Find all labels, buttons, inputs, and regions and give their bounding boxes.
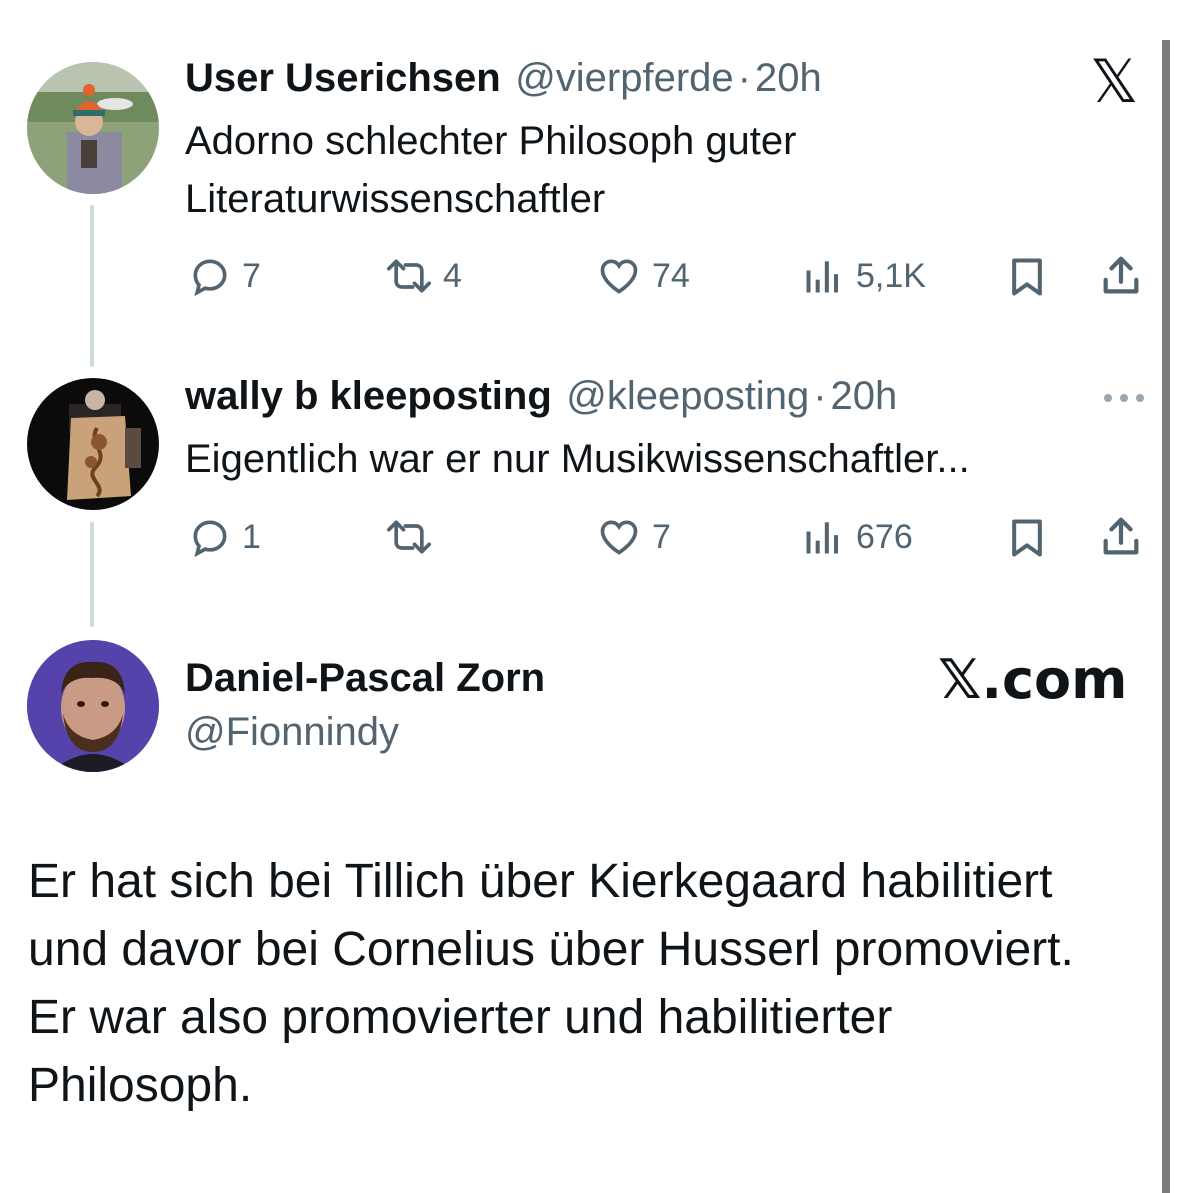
like-button[interactable]: 74 bbox=[596, 254, 690, 298]
tweet-text: Adorno schlechter Philosoph guter Litera… bbox=[185, 112, 796, 228]
thread-connector bbox=[90, 205, 94, 367]
scrollbar[interactable] bbox=[1162, 40, 1170, 1193]
like-count: 7 bbox=[652, 517, 671, 556]
x-com-logo: 𝕏.com bbox=[938, 648, 1128, 711]
more-icon[interactable] bbox=[1102, 390, 1146, 411]
tweet-header: wally b kleeposting @kleeposting · 20h bbox=[185, 374, 897, 419]
reply-button[interactable]: 1 bbox=[188, 515, 261, 559]
tweet-text-line: Adorno schlechter Philosoph guter bbox=[185, 119, 797, 163]
reply-text: Er hat sich bei Tillich über Kierkegaard… bbox=[28, 848, 1158, 1120]
thread-connector bbox=[90, 522, 94, 627]
reply-text-line: Er war also promovierter und habilitiert… bbox=[28, 991, 893, 1044]
share-icon[interactable] bbox=[1098, 252, 1144, 305]
tweet-text: Eigentlich war er nur Musikwissenschaftl… bbox=[185, 430, 970, 488]
views-icon bbox=[800, 515, 846, 559]
retweet-button[interactable] bbox=[385, 515, 443, 559]
like-icon bbox=[596, 254, 642, 298]
retweet-button[interactable]: 4 bbox=[385, 254, 462, 298]
like-button[interactable]: 7 bbox=[596, 515, 671, 559]
reply-count: 1 bbox=[242, 517, 261, 556]
reply-count: 7 bbox=[242, 256, 261, 295]
views-icon bbox=[800, 254, 846, 298]
display-name[interactable]: User Userichsen bbox=[185, 56, 501, 100]
reply-text-line: und davor bei Cornelius über Husserl pro… bbox=[28, 923, 1074, 976]
tweet-header: User Userichsen @vierpferde · 20h bbox=[185, 56, 822, 101]
timestamp[interactable]: 20h bbox=[831, 374, 898, 418]
user-handle[interactable]: @vierpferde bbox=[515, 56, 733, 100]
share-icon[interactable] bbox=[1098, 513, 1144, 566]
retweet-icon bbox=[385, 515, 433, 559]
avatar[interactable] bbox=[27, 62, 159, 194]
views-count: 5,1K bbox=[856, 256, 926, 295]
avatar[interactable] bbox=[27, 378, 159, 510]
bookmark-icon[interactable] bbox=[1005, 515, 1049, 566]
tweet-text-line: Eigentlich war er nur Musikwissenschaftl… bbox=[185, 437, 970, 481]
avatar[interactable] bbox=[27, 640, 159, 772]
user-handle[interactable]: @kleeposting bbox=[566, 374, 809, 418]
reply-icon bbox=[188, 515, 232, 559]
views-button[interactable]: 5,1K bbox=[800, 254, 926, 298]
separator-dot: · bbox=[813, 374, 827, 418]
reply-text-line: Er hat sich bei Tillich über Kierkegaard… bbox=[28, 855, 1053, 908]
retweet-count: 4 bbox=[443, 256, 462, 295]
views-button[interactable]: 676 bbox=[800, 515, 913, 559]
retweet-icon bbox=[385, 254, 433, 298]
views-count: 676 bbox=[856, 517, 913, 556]
timestamp[interactable]: 20h bbox=[755, 56, 822, 100]
like-icon bbox=[596, 515, 642, 559]
reply-text-line: Philosoph. bbox=[28, 1059, 253, 1112]
display-name[interactable]: wally b kleeposting bbox=[185, 374, 552, 418]
like-count: 74 bbox=[652, 256, 690, 295]
user-handle[interactable]: @Fionnindy bbox=[185, 710, 399, 755]
tweet-text-line: Literaturwissenschaftler bbox=[185, 177, 606, 221]
reply-button[interactable]: 7 bbox=[188, 254, 261, 298]
display-name[interactable]: Daniel-Pascal Zorn bbox=[185, 656, 545, 701]
x-logo-icon[interactable]: 𝕏 bbox=[1090, 50, 1138, 114]
bookmark-icon[interactable] bbox=[1005, 254, 1049, 305]
reply-icon bbox=[188, 254, 232, 298]
separator-dot: · bbox=[737, 56, 751, 100]
